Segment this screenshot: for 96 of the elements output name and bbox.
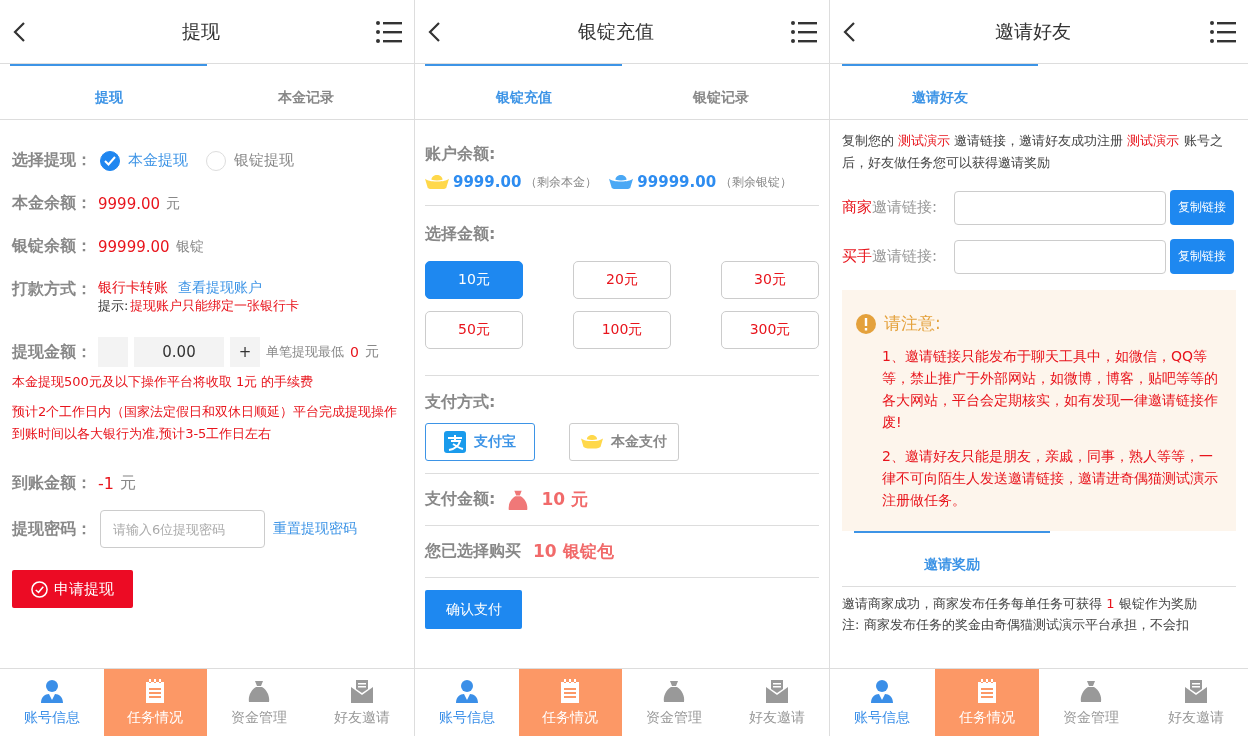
amount-option[interactable]: 50元 [425,311,523,349]
radio-label: 银锭提现 [234,151,294,170]
field-label: 提现金额： [12,341,92,363]
invite-link-field[interactable] [954,239,1166,274]
notice-item: 2、邀请好友只能是朋友，亲戚，同事，熟人等等，一律不可向陌生人发送邀请链接，邀请进奇偶猫测试演示注册做任务。 [882,447,1218,510]
field-label: 选择提现： [12,150,92,171]
warning-icon [856,313,876,334]
unit-text: 银锭 [175,237,204,256]
field-label: 提现密码： [12,518,92,540]
field-label: 账户余额: [425,144,497,165]
invite-link-field[interactable] [954,190,1166,225]
notice-text: 预计2个工作日内（国家法定假日和双休日顺延）平台完成提现操作到账时间以各大银行为准,预计3-5工作日左右 [12,403,399,443]
minimum-value: 0 [350,344,359,360]
reset-password-link[interactable]: 重置提现密码 [273,520,357,538]
tab[interactable]: 银锭记录 [622,64,819,119]
amount-option[interactable]: 10元 [425,261,523,299]
back-icon[interactable] [427,20,441,43]
balance-value: 99999.00 [637,173,717,191]
page-title: 银锭充值 [578,18,654,44]
payment-option[interactable]: 支付宝 [425,423,535,461]
menu-icon[interactable] [376,20,402,43]
reward-text: 邀请商家成功，商家发布任务每单任务可获得 1 银锭作为奖励 [842,595,1198,613]
password-field[interactable]: 请输入6位提现密码 [100,510,265,548]
minimum-label: 单笔提现最低 [266,343,344,361]
arrival-value: -1 [98,474,114,493]
purchase-value: 10 银锭包 [533,540,614,563]
inbox-icon [765,678,790,703]
notice-item: 1、邀请链接只能发布于聊天工具中，如微信，QQ等等，禁止推广于外部网站，如微博，博客，贴吧等等的各大网站，平台会定期核实，如有发现一律邀请链接作废! [882,347,1218,432]
copy-link-button[interactable]: 复制链接 [1170,190,1234,225]
unit-text: 元 [119,473,136,494]
nav-tab[interactable]: 任务情况 [518,669,622,736]
ingot-icon [581,435,603,449]
tab[interactable]: 本金记录 [207,64,404,119]
payment-option[interactable]: 本金支付 [569,423,679,461]
person-icon [39,678,64,703]
radio[interactable] [206,150,226,171]
money-bag-icon [661,678,686,703]
tab[interactable]: 邀请好友 [842,64,1038,119]
check-icon [104,155,116,166]
amount-field[interactable]: 0.00 [134,337,224,367]
plus-button[interactable]: + [230,337,260,367]
invite-link-label: 买手邀请链接: [842,247,939,266]
payment-total: 10 元 [541,488,588,511]
menu-icon[interactable] [791,20,817,43]
field-label: 到账金额： [12,473,92,494]
field-label: 本金余额： [12,193,92,214]
account-link[interactable]: 查看提现账户 [178,279,262,297]
back-icon[interactable] [842,20,856,43]
notice-title: 请注意: [884,312,941,335]
unit-text: 元 [364,343,379,361]
back-icon[interactable] [12,20,26,43]
amount-option[interactable]: 20元 [573,261,671,299]
balance-value: 9999.00 [98,194,161,213]
field-label: 银锭余额： [12,236,92,257]
money-bag-icon [246,678,271,703]
wallet-logo-icon [444,431,466,453]
money-bag-icon [507,488,530,511]
invite-link-label: 商家邀请链接: [842,198,939,217]
amount-option[interactable]: 100元 [573,311,671,349]
balance-note: （剩余银锭） [720,173,793,191]
balance-note: （剩余本金） [525,173,598,191]
inbox-icon [1183,678,1208,703]
amount-option[interactable]: 30元 [721,261,819,299]
field-label: 选择金额: [425,224,497,245]
confirm-payment-button[interactable]: 确认支付 [425,590,522,629]
field-label: 打款方式： [12,279,92,300]
checked-radio[interactable] [100,150,120,171]
balance-value: 99999.00 [98,237,170,256]
menu-icon[interactable] [1210,20,1236,43]
tab[interactable]: 邀请奖励 [854,531,1050,586]
inbox-icon [350,678,375,703]
field-label: 您已选择购买 [425,541,521,562]
person-icon [454,678,479,703]
unit-text: 元 [166,194,181,213]
reward-note: 注: 商家发布任务的奖金由奇偶猫测试演示平台承担，不会扣 [842,616,1190,634]
fee-note: 本金提现500元及以下操作平台将收取 1元 的手续费 [12,373,315,391]
balance-value: 9999.00 [453,173,522,191]
hint-label: 提示: [98,297,129,315]
hint-text: 提现账户只能绑定一张银行卡 [130,297,300,315]
apply-withdraw-button[interactable]: 申请提现 [12,570,133,608]
tab[interactable]: 提现 [10,64,207,119]
field-label: 支付金额: [425,489,496,510]
person-icon [870,678,895,703]
amount-option[interactable]: 300元 [721,311,819,349]
payout-method: 银行卡转账 [98,279,168,297]
nav-tab[interactable]: 任务情况 [103,669,207,736]
money-bag-icon [1079,678,1104,703]
page-title: 提现 [182,18,220,44]
page-title: 邀请好友 [995,18,1071,44]
intro-text: 复制您的 测试演示 邀请链接，邀请好友成功注册 测试演示 账号之后，好友做任务您可以获得邀请奖励 [842,132,1224,172]
field-label: 支付方式: [425,392,497,413]
radio-label: 本金提现 [128,151,188,170]
tab[interactable]: 银锭充值 [425,64,622,119]
nav-tab[interactable]: 任务情况 [934,669,1039,736]
copy-link-button[interactable]: 复制链接 [1170,239,1234,274]
check-circle-icon [31,580,48,598]
